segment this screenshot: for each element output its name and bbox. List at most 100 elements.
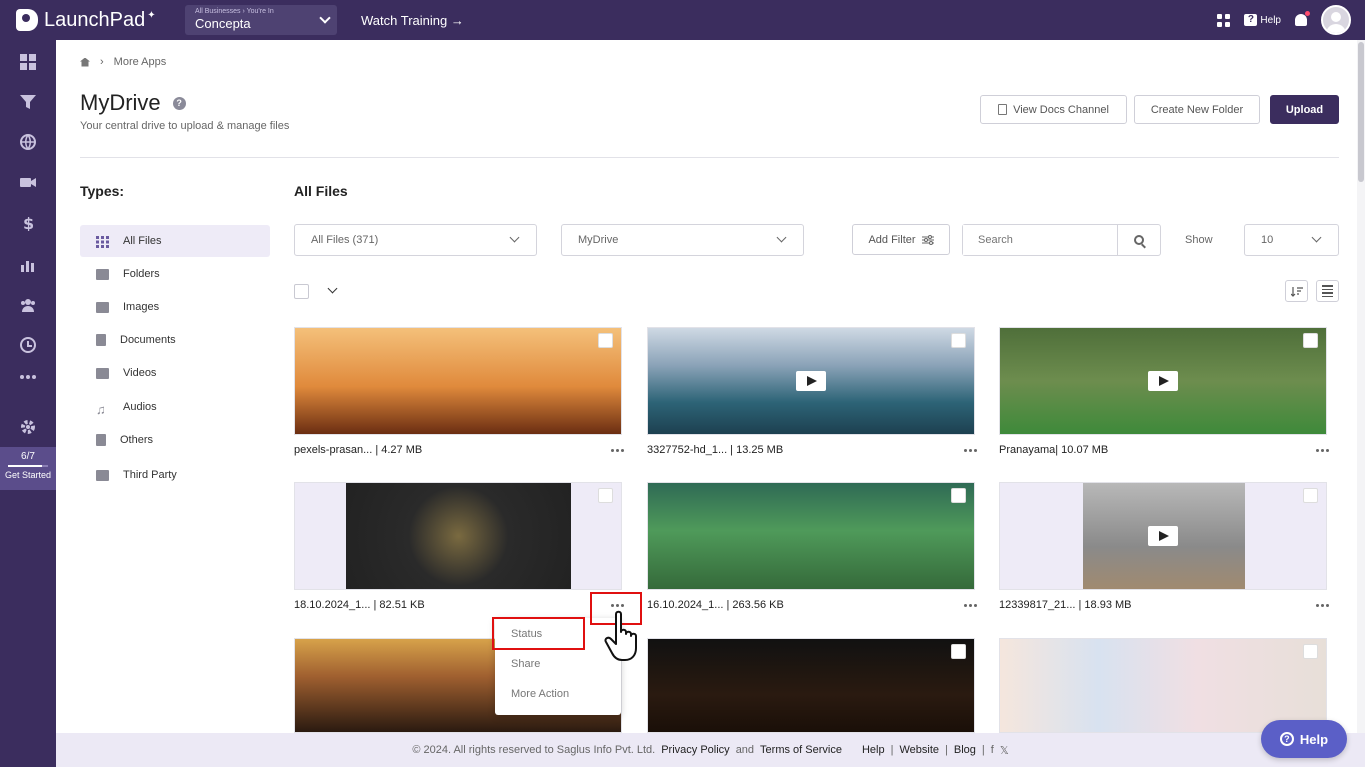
menu-item-more-action[interactable]: More Action xyxy=(511,688,569,700)
footer-blog-link[interactable]: Blog xyxy=(954,744,976,756)
file-select-checkbox[interactable] xyxy=(598,488,613,503)
more-options-icon[interactable] xyxy=(611,447,625,453)
file-thumbnail xyxy=(295,328,621,434)
app-name: LaunchPad xyxy=(44,8,146,31)
terms-link[interactable]: Terms of Service xyxy=(760,744,842,756)
document-icon xyxy=(96,334,106,346)
file-card[interactable] xyxy=(999,327,1327,435)
help-link[interactable]: ? Help xyxy=(1244,14,1281,26)
file-filter-select[interactable]: All Files (371) xyxy=(294,224,537,256)
launchpad-logo[interactable]: LaunchPad ✦ xyxy=(0,9,175,32)
analytics-icon[interactable] xyxy=(19,256,37,274)
breadcrumb-current[interactable]: More Apps xyxy=(114,56,167,68)
more-options-icon[interactable] xyxy=(964,602,978,608)
menu-item-share[interactable]: Share xyxy=(511,658,540,670)
location-select[interactable]: MyDrive xyxy=(561,224,804,256)
chevron-down-icon xyxy=(1311,232,1322,243)
more-icon[interactable] xyxy=(19,368,37,386)
add-filter-label: Add Filter xyxy=(868,233,916,246)
apps-grid-icon[interactable] xyxy=(1217,13,1231,27)
search-button[interactable] xyxy=(1117,225,1160,255)
type-item-others[interactable]: Others xyxy=(80,424,270,456)
type-item-third-party[interactable]: Third Party xyxy=(80,459,270,491)
bell-icon[interactable] xyxy=(1295,11,1310,26)
home-icon[interactable] xyxy=(80,57,90,67)
file-select-checkbox[interactable] xyxy=(1303,644,1318,659)
scrollbar-thumb[interactable] xyxy=(1358,42,1364,182)
file-card[interactable] xyxy=(999,638,1327,733)
more-options-icon[interactable] xyxy=(1316,602,1330,608)
sort-button[interactable] xyxy=(1285,280,1308,302)
type-item-audios[interactable]: ♫ Audios xyxy=(80,391,270,423)
view-docs-channel-button[interactable]: View Docs Channel xyxy=(980,95,1127,124)
file-card[interactable] xyxy=(294,327,622,435)
video-icon[interactable] xyxy=(19,173,37,191)
page-size-select[interactable]: 10 xyxy=(1244,224,1339,256)
chevron-down-icon xyxy=(509,232,520,243)
list-view-button[interactable] xyxy=(1316,280,1339,302)
avatar[interactable] xyxy=(1321,5,1351,35)
dollar-icon[interactable]: $ xyxy=(19,214,37,232)
file-select-checkbox[interactable] xyxy=(598,333,613,348)
file-card[interactable] xyxy=(647,482,975,590)
create-new-folder-button[interactable]: Create New Folder xyxy=(1134,95,1260,124)
get-started-label: Get Started xyxy=(4,470,52,480)
page-scrollbar[interactable] xyxy=(1357,40,1365,733)
file-card[interactable] xyxy=(999,482,1327,590)
play-icon[interactable] xyxy=(1148,371,1178,391)
get-started-progress[interactable]: 6/7 Get Started xyxy=(0,447,56,490)
third-party-icon xyxy=(96,469,109,481)
report-icon[interactable] xyxy=(19,336,37,354)
file-filter-value: All Files (371) xyxy=(311,234,379,246)
watch-training-link[interactable]: Watch Training → xyxy=(361,13,464,28)
floating-help-button[interactable]: ? Help xyxy=(1261,720,1347,758)
settings-icon[interactable] xyxy=(19,418,37,436)
footer-website-link[interactable]: Website xyxy=(899,744,939,756)
file-select-checkbox[interactable] xyxy=(951,488,966,503)
grid-icon xyxy=(96,235,109,248)
type-item-all-files[interactable]: All Files xyxy=(80,225,270,257)
file-select-checkbox[interactable] xyxy=(951,644,966,659)
music-icon: ♫ xyxy=(96,401,106,417)
file-name-size: 12339817_21... | 18.93 MB xyxy=(999,599,1132,611)
svg-text:$: $ xyxy=(23,215,34,231)
team-icon[interactable] xyxy=(19,296,37,314)
floating-help-label: Help xyxy=(1299,731,1329,747)
file-card[interactable] xyxy=(647,327,975,435)
dashboard-icon[interactable] xyxy=(19,53,37,71)
file-select-checkbox[interactable] xyxy=(1303,488,1318,503)
play-icon[interactable] xyxy=(1148,526,1178,546)
x-icon[interactable]: 𝕏 xyxy=(1000,744,1009,757)
file-name-size: 3327752-hd_1... | 13.25 MB xyxy=(647,444,784,456)
play-icon[interactable] xyxy=(796,371,826,391)
file-card[interactable] xyxy=(647,638,975,733)
bulk-actions-chevron-icon[interactable] xyxy=(327,283,338,294)
show-label: Show xyxy=(1185,234,1213,246)
add-filter-button[interactable]: Add Filter xyxy=(852,224,950,255)
type-item-label: Videos xyxy=(123,367,157,379)
file-select-checkbox[interactable] xyxy=(951,333,966,348)
business-switcher[interactable]: All Businesses › You're In Concepta xyxy=(185,5,337,35)
type-item-videos[interactable]: Videos xyxy=(80,357,270,389)
question-icon: ? xyxy=(1244,14,1258,26)
question-circle-icon: ? xyxy=(1279,732,1294,746)
privacy-policy-link[interactable]: Privacy Policy xyxy=(661,744,729,756)
file-card[interactable] xyxy=(294,482,622,590)
upload-button[interactable]: Upload xyxy=(1270,95,1339,124)
more-options-icon[interactable] xyxy=(964,447,978,453)
type-item-images[interactable]: Images xyxy=(80,291,270,323)
file-select-checkbox[interactable] xyxy=(1303,333,1318,348)
globe-icon[interactable] xyxy=(19,133,37,151)
facebook-icon[interactable]: f xyxy=(991,744,994,756)
footer-help-link[interactable]: Help xyxy=(862,744,885,756)
select-all-checkbox[interactable] xyxy=(294,284,309,299)
type-item-folders[interactable]: Folders xyxy=(80,258,270,290)
search-input[interactable] xyxy=(963,225,1117,255)
help-question-icon[interactable]: ? xyxy=(172,96,186,110)
footer: © 2024. All rights reserved to Saglus In… xyxy=(56,733,1365,767)
footer-separator: | xyxy=(890,744,894,756)
funnel-icon[interactable] xyxy=(19,93,37,111)
type-item-documents[interactable]: Documents xyxy=(80,324,270,356)
more-options-icon[interactable] xyxy=(1316,447,1330,453)
type-item-label: Images xyxy=(123,301,160,313)
